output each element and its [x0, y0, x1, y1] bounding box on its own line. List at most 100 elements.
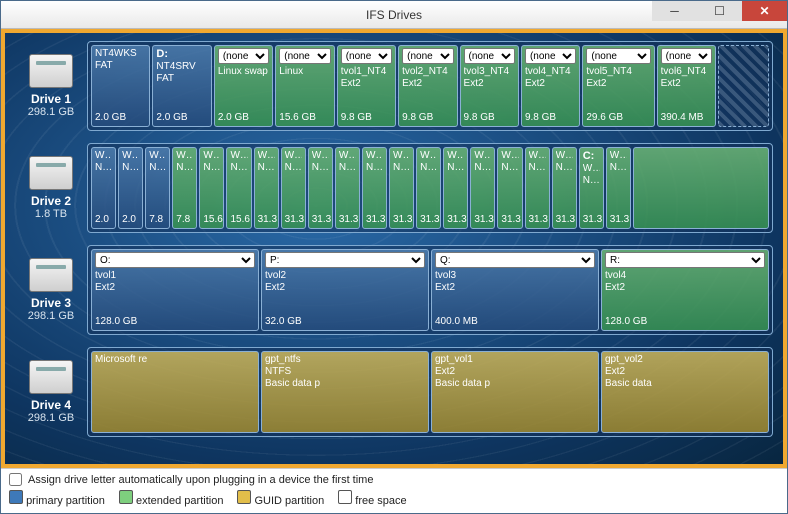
partition[interactable]: gpt_vol2Ext2Basic data [601, 351, 769, 433]
partition[interactable]: O:tvol1Ext2128.0 GB [91, 249, 259, 331]
partition[interactable]: P:tvol2Ext232.0 GB [261, 249, 429, 331]
partition-fs: NTF [176, 162, 193, 174]
partition[interactable]: Microsoft re [91, 351, 259, 433]
partition-size: 31.3 [556, 214, 573, 226]
close-button[interactable]: ✕ [742, 1, 787, 21]
legend-free: free space [338, 490, 406, 507]
auto-assign-checkbox[interactable] [9, 473, 22, 486]
partition-size: 9.8 GB [525, 112, 576, 124]
partition-letter: D: [156, 48, 207, 61]
partition-name: tvol6_NT4 [661, 66, 712, 78]
drive-letter-select[interactable]: (none [218, 48, 269, 64]
partition-size: 31.3 [366, 214, 383, 226]
partition-name: W2K [312, 150, 329, 162]
partition-name: W2K [95, 150, 112, 162]
partition[interactable]: gpt_ntfsNTFSBasic data p [261, 351, 429, 433]
footer: Assign drive letter automatically upon p… [1, 468, 787, 513]
partition-size: 2.0 [95, 214, 112, 226]
partition-fs: NTF [285, 162, 302, 174]
partition-letter: C: [583, 150, 600, 163]
partition[interactable]: WXINTF7.8 [145, 147, 170, 229]
titlebar[interactable]: IFS Drives ─ ☐ ✕ [1, 1, 787, 29]
partition-name: W2K [420, 150, 437, 162]
partition-name: W8_ [501, 150, 518, 162]
drive-label: Drive 3 [31, 296, 71, 310]
partition[interactable]: WXINTF7.8 [172, 147, 197, 229]
drive-letter-select[interactable]: (none [279, 48, 330, 64]
partition[interactable]: W7_NTF31.3 [389, 147, 414, 229]
partition[interactable]: C:W8_NTF31.3 [579, 147, 604, 229]
drive-letter-select[interactable]: (none [341, 48, 392, 64]
partition[interactable]: W2KNTF31.3 [335, 147, 360, 229]
auto-assign-checkbox-label[interactable]: Assign drive letter automatically upon p… [9, 473, 373, 486]
partition[interactable] [718, 45, 769, 127]
partition[interactable]: WVINTF31.3 [281, 147, 306, 229]
partition[interactable]: NT4WKSFAT2.0 GB [91, 45, 150, 127]
partition-size: 15.6 GB [279, 112, 330, 124]
partition-name: tvol4_NT4 [525, 66, 576, 78]
drive-letter-select[interactable]: R: [605, 252, 765, 268]
drive-letter-select[interactable]: P: [265, 252, 425, 268]
partition-type: Basic data p [265, 378, 425, 390]
partition[interactable]: W2KNTF2.0 [118, 147, 143, 229]
partition-size: 9.8 GB [341, 112, 392, 124]
drive-letter-select[interactable]: (none [464, 48, 515, 64]
partition[interactable]: W2KNTF 31.3 [416, 147, 441, 229]
partition[interactable]: WVINTF31.3 [254, 147, 279, 229]
partition[interactable]: Q:tvol3Ext2400.0 MB [431, 249, 599, 331]
partition-size: 7.8 [149, 214, 166, 226]
drive-letter-select[interactable]: (none [402, 48, 453, 64]
partition-fs: NTF [501, 162, 518, 174]
drive-label: Drive 4 [31, 398, 71, 412]
partition-size: 15.6 [230, 214, 247, 226]
partition[interactable]: W8_NTF31.3 [552, 147, 577, 229]
partition[interactable]: (nonetvol6_NT4Ext2390.4 MB [657, 45, 716, 127]
partition[interactable]: (nonetvol2_NT4Ext29.8 GB [398, 45, 457, 127]
partition[interactable]: (nonetvol5_NT4Ext229.6 GB [582, 45, 654, 127]
partition-name: W2K [203, 150, 220, 162]
partition[interactable]: D:NT4SRVFAT2.0 GB [152, 45, 211, 127]
drive-letter-select[interactable]: Q: [435, 252, 595, 268]
minimize-button[interactable]: ─ [652, 1, 697, 21]
partition-name: WXI [149, 150, 166, 162]
partition[interactable]: gpt_vol1Ext2Basic data p [431, 351, 599, 433]
partition[interactable]: (nonetvol3_NT4Ext29.8 GB [460, 45, 519, 127]
partition[interactable]: W2KNTF15.6 [199, 147, 224, 229]
partition-fs: NTF [393, 162, 410, 174]
partition-size: 31.3 [501, 214, 518, 226]
partition[interactable]: (noneLinux15.6 GB [275, 45, 334, 127]
partition[interactable]: W2KNTF31.3 [606, 147, 631, 229]
partition[interactable]: W2KNTF15.6 [226, 147, 251, 229]
partition[interactable]: W2KNTF31.3 [525, 147, 550, 229]
partition-fs: NTF [339, 162, 356, 174]
partition[interactable]: W8_NTF 31.3 [497, 147, 522, 229]
partition-name: gpt_vol2 [605, 354, 765, 366]
partition-size: 31.3 [312, 214, 329, 226]
partition-fs: NTF [447, 162, 464, 174]
partition[interactable]: (nonetvol4_NT4Ext29.8 GB [521, 45, 580, 127]
partition[interactable]: R:tvol4Ext2128.0 GB [601, 249, 769, 331]
drive-letter-select[interactable]: (none [586, 48, 650, 64]
partition-type: Basic data p [435, 378, 595, 390]
drive-letter-select[interactable]: O: [95, 252, 255, 268]
partition[interactable]: (nonetvol1_NT4Ext29.8 GB [337, 45, 396, 127]
maximize-button[interactable]: ☐ [697, 1, 742, 21]
partition[interactable]: W7_NTF31.3 [362, 147, 387, 229]
partition-fs: NTF [203, 162, 220, 174]
drive-letter-select[interactable]: (none [661, 48, 712, 64]
partition-fs: Ext2 [586, 78, 650, 90]
partition-fs: NTF [420, 162, 437, 174]
partition-fs: Ext2 [341, 78, 392, 90]
partition-name: Microsoft re [95, 354, 255, 366]
partition[interactable] [633, 147, 769, 229]
partition[interactable]: W2KNTF31.3 [308, 147, 333, 229]
partition[interactable]: W2KNTF31.3 [443, 147, 468, 229]
partition-name: W2K [339, 150, 356, 162]
drive-info: Drive 21.8 TB [15, 143, 87, 233]
partition[interactable]: W8_NTF31.3 [470, 147, 495, 229]
partition-size: 31.3 [420, 214, 437, 226]
partition[interactable]: W2KNTF2.0 [91, 147, 116, 229]
drive-letter-select[interactable]: (none [525, 48, 576, 64]
legend: primary partition extended partition GUI… [9, 490, 779, 507]
partition[interactable]: (noneLinux swap2.0 GB [214, 45, 273, 127]
